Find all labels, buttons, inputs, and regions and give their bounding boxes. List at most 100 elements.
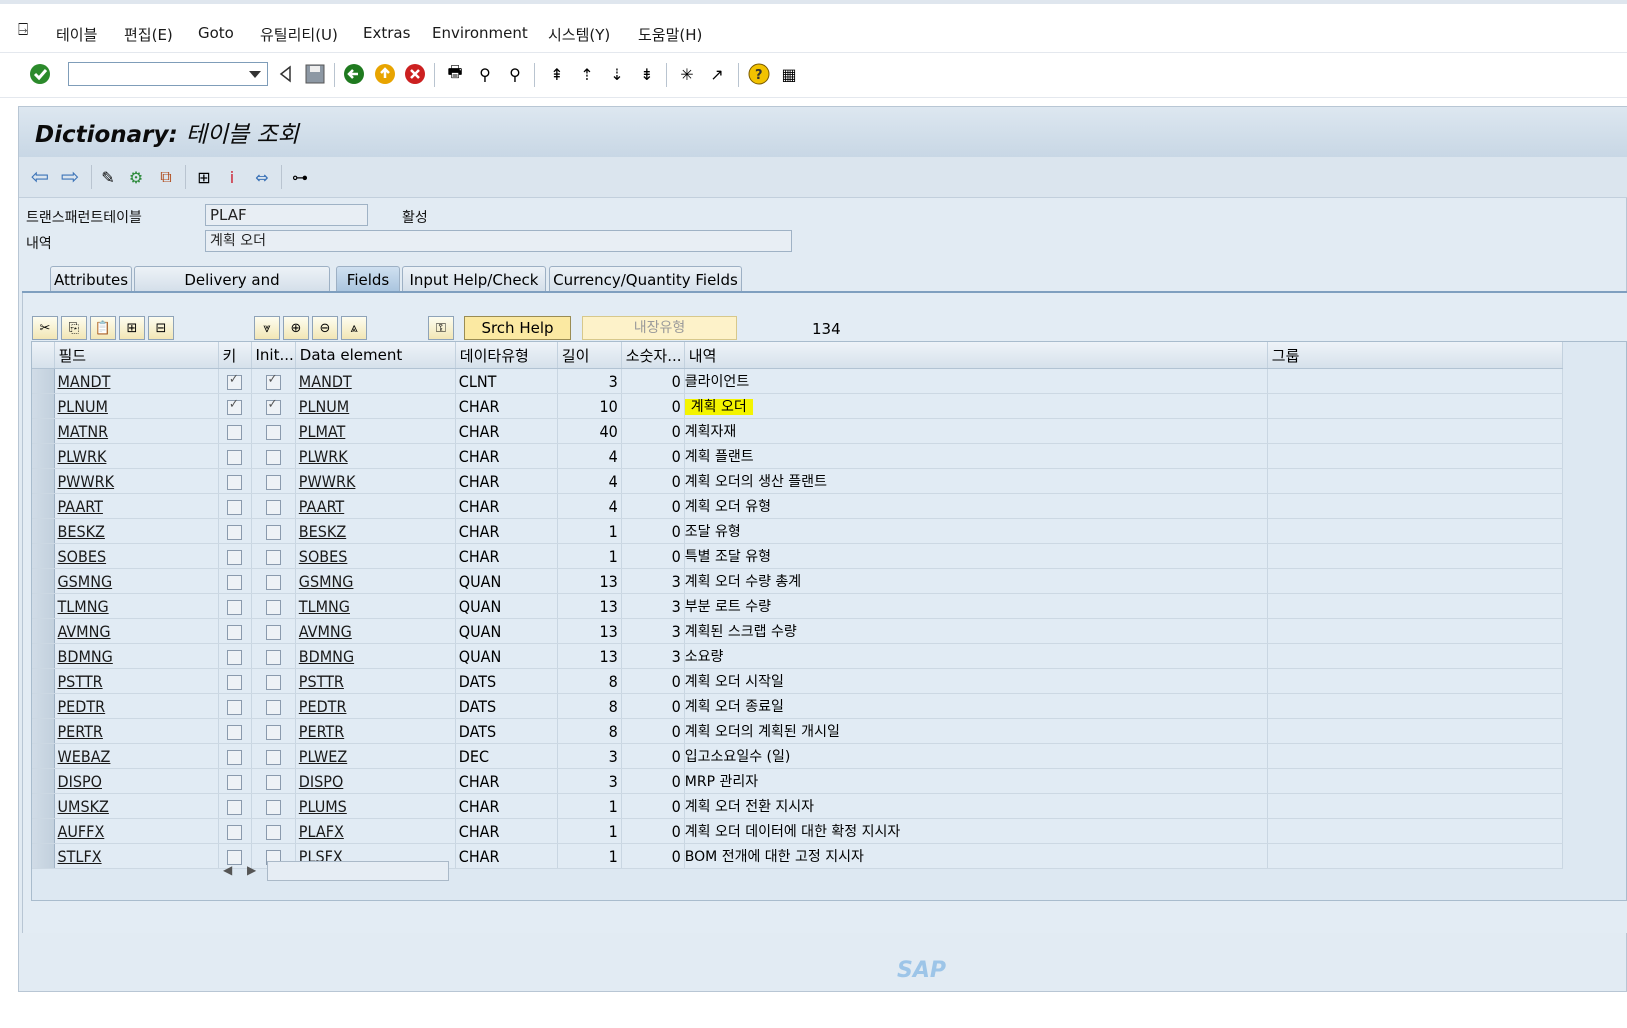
field-name[interactable]: PLNUM [54, 393, 219, 419]
table-row[interactable]: TLMNG TLMNG QUAN 13 3 부분 로트 수량 [32, 593, 1563, 619]
data-element[interactable]: PERTR [295, 718, 456, 744]
delete-row-icon[interactable]: ⊟ [148, 316, 174, 340]
save-icon[interactable] [304, 63, 326, 85]
row-selector[interactable] [32, 718, 55, 744]
data-element[interactable]: MANDT [295, 368, 456, 394]
key-checkbox[interactable] [218, 593, 252, 619]
checkbox[interactable] [265, 549, 281, 565]
field-name[interactable]: UMSKZ [54, 793, 219, 819]
checkbox[interactable] [265, 574, 281, 590]
sort-icon[interactable]: ⩓ [341, 316, 367, 340]
menu-icon[interactable]: ⍈ [18, 20, 28, 40]
table-row[interactable]: WEBAZ PLWEZ DEC 3 0 입고소요일수 (일) [32, 743, 1563, 769]
horizontal-scrollbar[interactable]: ◀ ▶ [217, 861, 449, 881]
init-checkbox[interactable] [251, 493, 296, 519]
layout-menu-icon[interactable]: ▦ [778, 63, 800, 85]
field-name[interactable]: PERTR [54, 718, 219, 744]
previous-page-icon[interactable]: ⇡ [576, 63, 598, 85]
data-element[interactable]: PLNUM [295, 393, 456, 419]
key-checkbox[interactable] [218, 643, 252, 669]
data-element[interactable]: PLAFX [295, 818, 456, 844]
checkbox[interactable] [227, 774, 242, 790]
enter-icon[interactable] [29, 63, 51, 85]
checkbox[interactable] [227, 524, 242, 540]
checkbox[interactable] [265, 372, 281, 390]
menu-utilities[interactable]: 유틸리티(U) [260, 24, 338, 45]
print-icon[interactable]: 🖶 [444, 62, 466, 85]
checkbox[interactable] [227, 674, 242, 690]
checkbox[interactable] [265, 699, 281, 715]
key-checkbox[interactable] [218, 493, 252, 519]
key-checkbox[interactable] [218, 568, 252, 594]
key-checkbox[interactable] [218, 818, 252, 844]
field-name[interactable]: PAART [54, 493, 219, 519]
scroll-left-icon[interactable]: ◀ [223, 863, 232, 877]
init-checkbox[interactable] [251, 618, 296, 644]
data-element[interactable]: BESKZ [295, 518, 456, 544]
data-element[interactable]: PLUMS [295, 793, 456, 819]
hierarchy-icon[interactable]: ⊶ [289, 166, 311, 188]
table-row[interactable]: BESKZ BESKZ CHAR 1 0 조달 유형 [32, 518, 1563, 544]
new-session-icon[interactable]: ✳ [676, 63, 698, 85]
data-element[interactable]: PLWRK [295, 443, 456, 469]
tab-delivery-maintenance[interactable]: Delivery and Maintenance [134, 266, 330, 315]
checkbox[interactable] [227, 599, 242, 615]
checkbox[interactable] [227, 724, 242, 740]
key-checkbox[interactable] [218, 668, 252, 694]
field-name[interactable]: PSTTR [54, 668, 219, 694]
row-selector[interactable] [32, 693, 55, 719]
checkbox[interactable] [227, 574, 242, 590]
menu-system[interactable]: 시스템(Y) [548, 24, 610, 45]
table-row[interactable]: PLWRK PLWRK CHAR 4 0 계획 플랜트 [32, 443, 1563, 469]
checkbox[interactable] [227, 749, 242, 765]
init-checkbox[interactable] [251, 668, 296, 694]
menu-goto[interactable]: Goto [198, 24, 234, 42]
data-element[interactable]: PLWEZ [295, 743, 456, 769]
data-element[interactable]: PWWRK [295, 468, 456, 494]
col-field[interactable]: 필드 [54, 342, 219, 369]
arrow-right-icon[interactable]: ⇨ [59, 165, 81, 190]
init-checkbox[interactable] [251, 693, 296, 719]
activate-icon[interactable]: ⚙ [125, 166, 147, 188]
init-checkbox[interactable] [251, 718, 296, 744]
tab-currency-quantity-fields[interactable]: Currency/Quantity Fields [549, 266, 742, 292]
init-checkbox[interactable] [251, 418, 296, 444]
data-element[interactable]: BDMNG [295, 643, 456, 669]
checkbox[interactable] [265, 824, 281, 840]
table-row[interactable]: GSMNG GSMNG QUAN 13 3 계획 오더 수량 총계 [32, 568, 1563, 594]
display-change-icon[interactable]: ✎ [97, 166, 119, 188]
field-name[interactable]: PLWRK [54, 443, 219, 469]
table-row[interactable]: BDMNG BDMNG QUAN 13 3 소요량 [32, 643, 1563, 669]
data-element[interactable]: TLMNG [295, 593, 456, 619]
init-checkbox[interactable] [251, 818, 296, 844]
key-checkbox[interactable] [218, 768, 252, 794]
table-row[interactable]: PWWRK PWWRK CHAR 4 0 계획 오더의 생산 플랜트 [32, 468, 1563, 494]
paste-icon[interactable]: 📋 [90, 316, 116, 340]
row-selector[interactable] [32, 793, 55, 819]
checkbox[interactable] [227, 624, 242, 640]
field-name[interactable]: DISPO [54, 768, 219, 794]
row-selector[interactable] [32, 443, 55, 469]
key-checkbox[interactable] [218, 368, 252, 394]
first-page-icon[interactable]: ⇞ [546, 63, 568, 85]
col-decimals[interactable]: 소숫자... [621, 342, 685, 369]
key-checkbox[interactable] [218, 693, 252, 719]
select-all-header[interactable] [32, 342, 55, 369]
row-selector[interactable] [32, 593, 55, 619]
init-checkbox[interactable] [251, 593, 296, 619]
table-row[interactable]: PSTTR PSTTR DATS 8 0 계획 오더 시작일 [32, 668, 1563, 694]
object-list-icon[interactable]: ⅰ [221, 166, 243, 188]
col-length[interactable]: 길이 [557, 342, 622, 369]
row-selector[interactable] [32, 543, 55, 569]
cut-icon[interactable]: ✂ [32, 316, 58, 340]
checkbox[interactable] [265, 599, 281, 615]
checkbox[interactable] [265, 499, 281, 515]
key-checkbox[interactable] [218, 618, 252, 644]
row-selector[interactable] [32, 368, 55, 394]
table-row[interactable]: AUFFX PLAFX CHAR 1 0 계획 오더 데이터에 대한 확정 지시자 [32, 818, 1563, 844]
checkbox[interactable] [227, 649, 242, 665]
find-next-icon[interactable]: ⚲ [504, 63, 526, 85]
builtin-type-button[interactable]: 내장유형 [582, 316, 737, 340]
scroll-thumb[interactable] [267, 861, 449, 881]
checkbox[interactable] [227, 424, 242, 440]
